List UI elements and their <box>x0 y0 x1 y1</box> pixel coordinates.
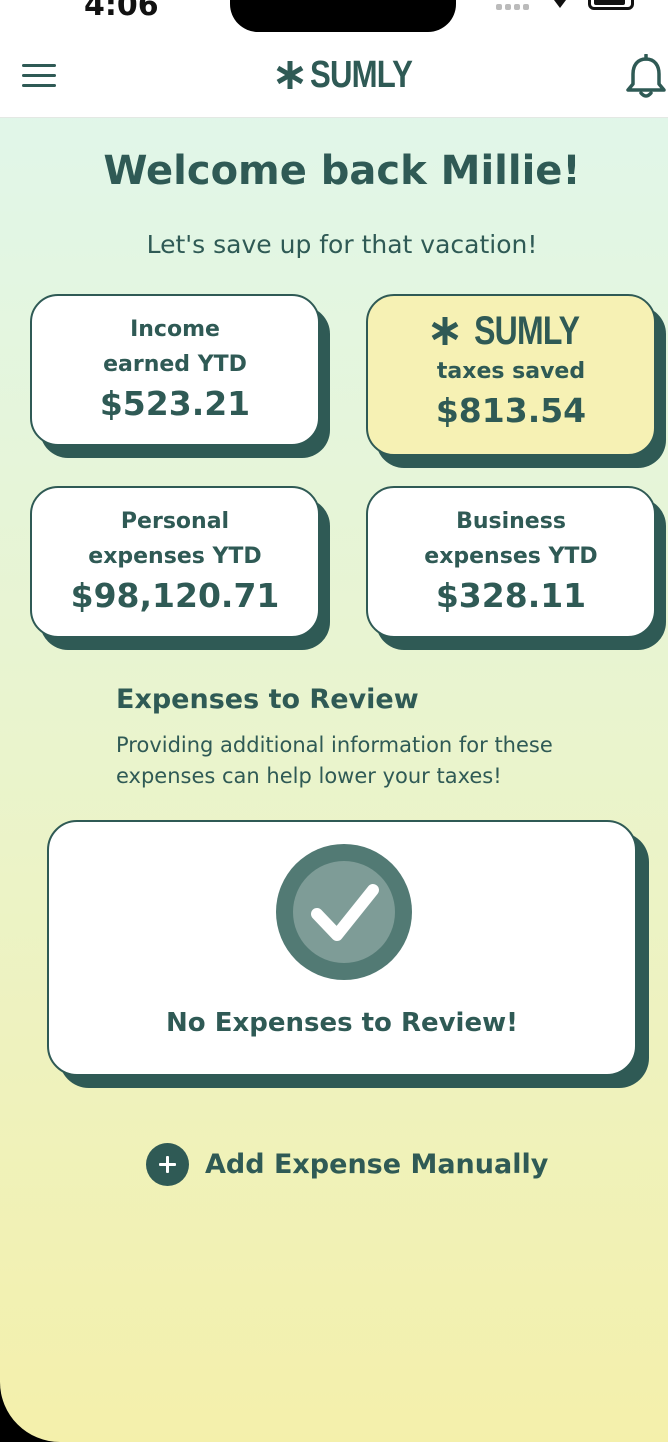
personal-value: $98,120.71 <box>70 576 280 615</box>
personal-expenses-card[interactable]: Personal expenses YTD $98,120.71 <box>30 486 320 638</box>
status-bar: 4:06 <box>0 0 668 36</box>
review-empty-card: No Expenses to Review! <box>47 820 637 1076</box>
signal-icon <box>496 4 532 10</box>
taxes-saved-value: $813.54 <box>435 391 587 430</box>
personal-label-line1: Personal <box>120 509 230 534</box>
taxes-saved-label: taxes saved <box>436 359 586 384</box>
income-label-line1: Income <box>130 317 220 342</box>
income-label-line2: earned YTD <box>103 352 247 377</box>
asterisk-logo-icon <box>431 317 459 345</box>
wifi-icon <box>554 0 566 8</box>
brand-logo: SUMLY <box>274 54 435 96</box>
bell-icon[interactable] <box>624 54 668 100</box>
battery-icon <box>588 0 634 10</box>
top-app-bar: SUMLY <box>0 36 668 118</box>
business-label-line2: expenses YTD <box>424 544 598 569</box>
brand-wordmark: SUMLY <box>310 53 413 96</box>
status-time: 4:06 <box>84 0 159 23</box>
add-expense-label: Add Expense Manually <box>205 1148 549 1180</box>
hamburger-icon <box>22 64 56 67</box>
income-card[interactable]: Income earned YTD $523.21 <box>30 294 320 446</box>
taxes-saved-card[interactable]: SUMLY taxes saved $813.54 <box>366 294 656 456</box>
add-expense-button[interactable]: Add Expense Manually <box>146 1142 548 1186</box>
business-value: $328.11 <box>435 576 587 615</box>
review-description: Providing additional information for the… <box>116 733 553 788</box>
review-section-title: Expenses to Review <box>116 684 419 715</box>
camera-notch <box>230 0 456 32</box>
welcome-subtitle: Let's save up for that vacation! <box>146 230 538 259</box>
menu-button[interactable] <box>22 64 56 90</box>
welcome-heading: Welcome back Millie! <box>103 148 581 194</box>
saved-brand-logo: SUMLY <box>368 308 654 354</box>
check-circle-icon <box>276 844 412 980</box>
plus-circle-icon <box>146 1142 189 1186</box>
saved-brand-wordmark: SUMLY <box>474 308 580 353</box>
asterisk-logo-icon <box>276 61 304 89</box>
app-screen: 4:06 SUMLY Welcome back Millie! Let's sa… <box>0 0 668 1442</box>
review-empty-message: No Expenses to Review! <box>166 1008 518 1038</box>
business-expenses-card[interactable]: Business expenses YTD $328.11 <box>366 486 656 638</box>
business-label-line1: Business <box>456 509 566 534</box>
personal-label-line2: expenses YTD <box>88 544 262 569</box>
income-value: $523.21 <box>99 384 251 423</box>
